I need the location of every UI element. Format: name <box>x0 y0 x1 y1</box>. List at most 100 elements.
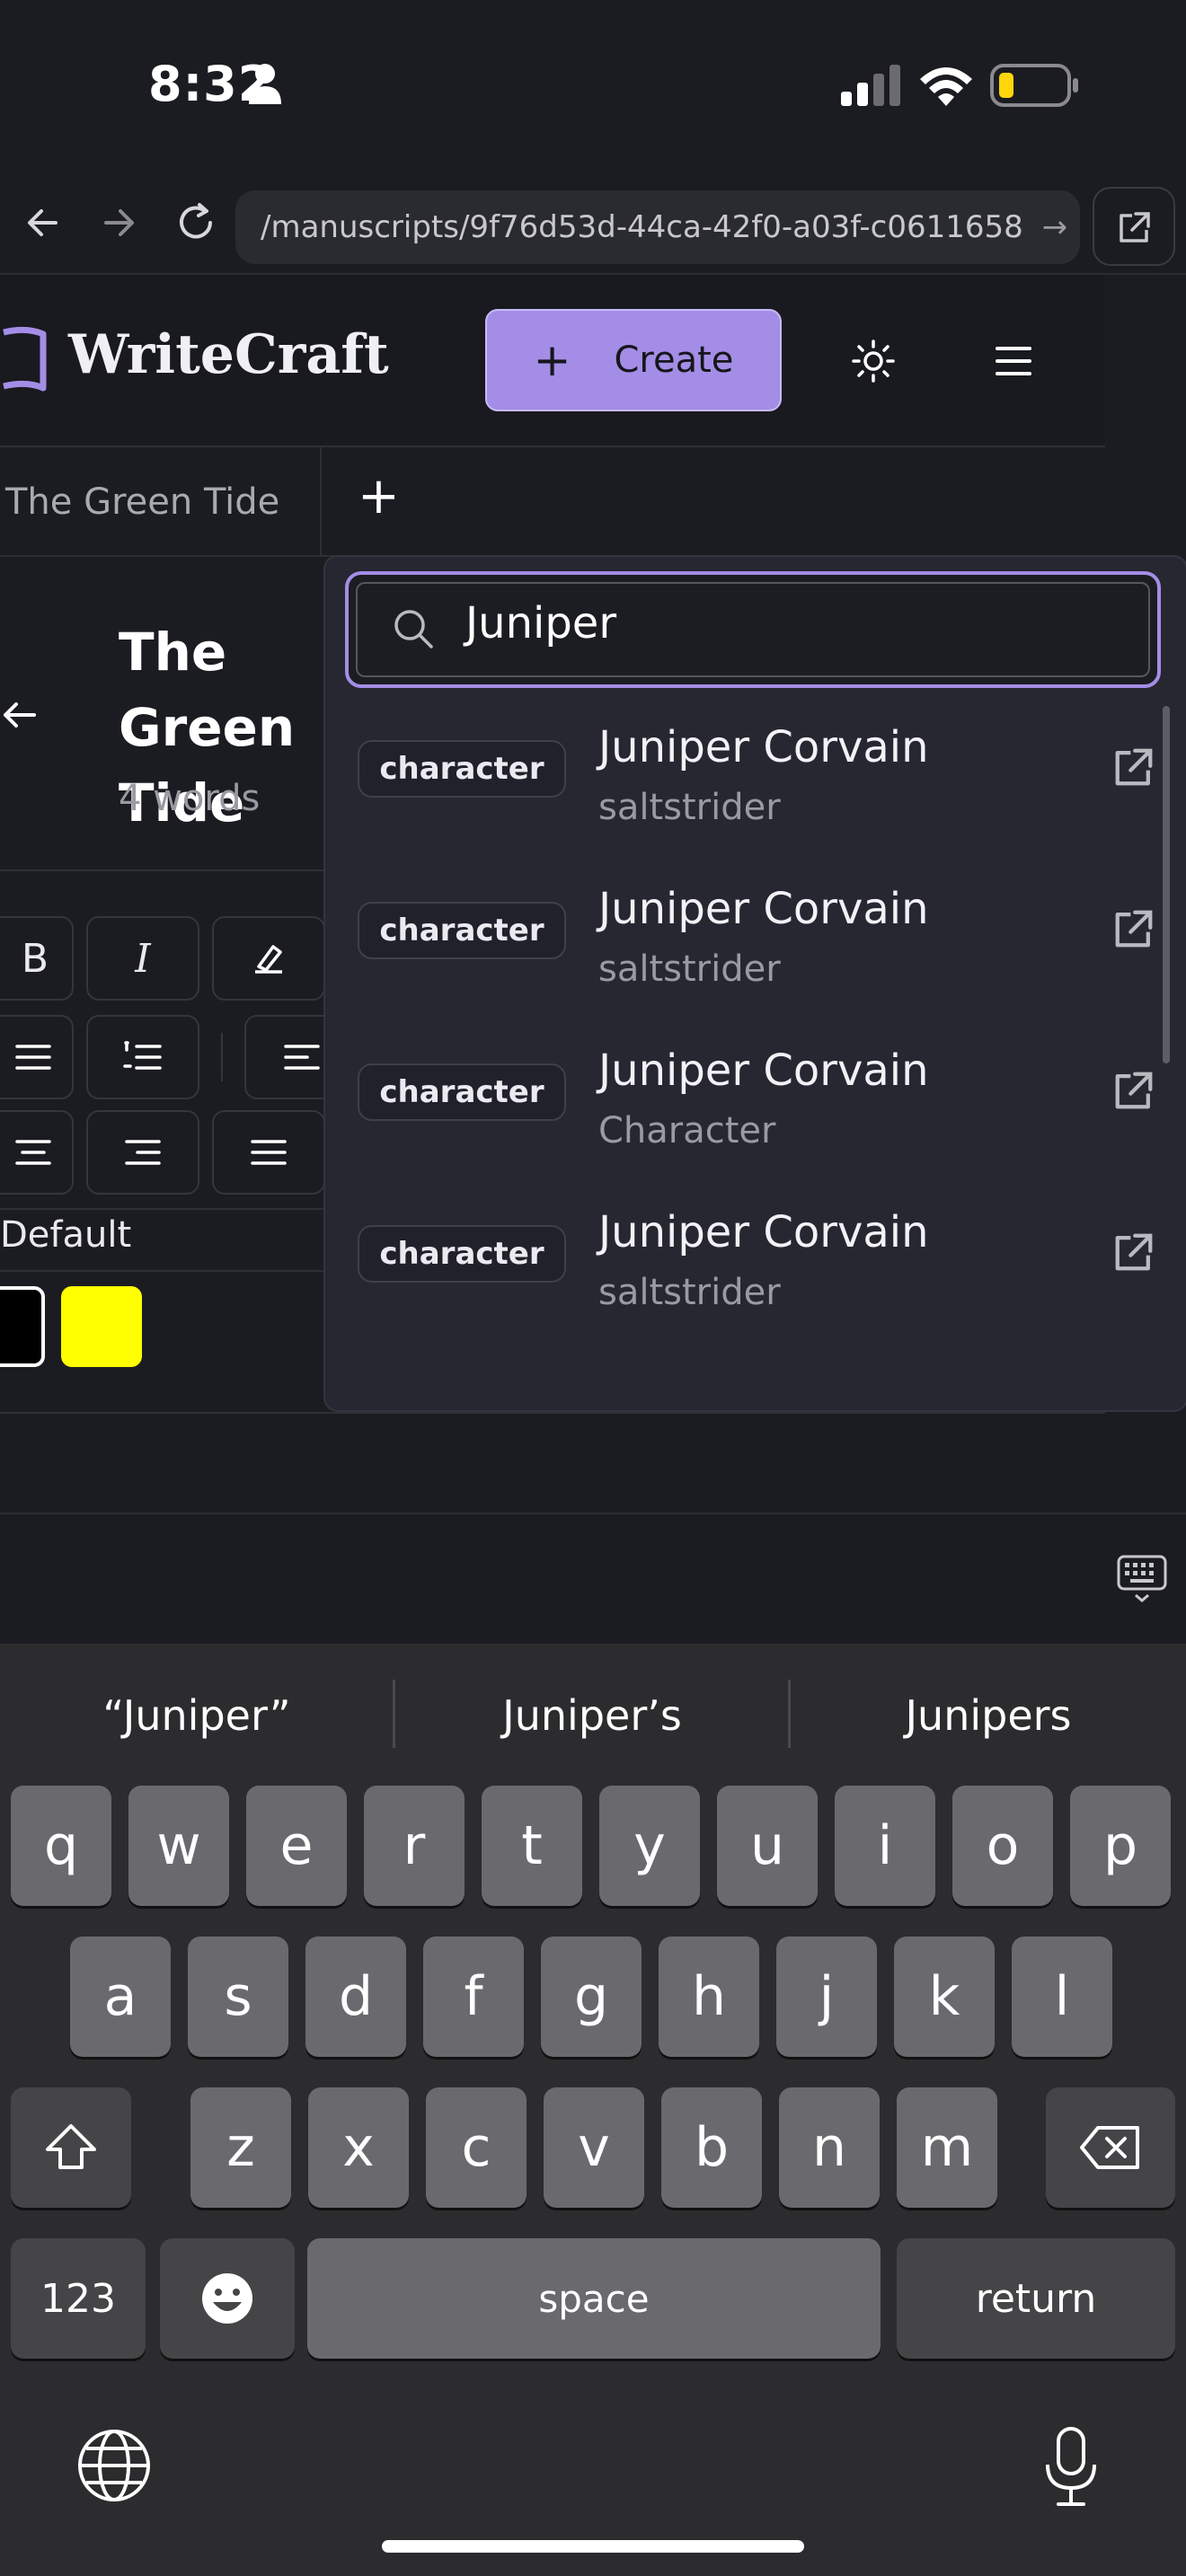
shift-icon <box>46 2124 96 2169</box>
globe-icon[interactable] <box>75 2427 153 2504</box>
external-link-icon[interactable] <box>1109 904 1159 954</box>
result-name: Juniper Corvain <box>598 884 929 934</box>
search-icon <box>394 610 433 648</box>
divider <box>0 1208 323 1210</box>
search-result-item[interactable]: character Juniper Corvain Character <box>325 1029 1170 1191</box>
key-m[interactable]: m <box>897 2087 997 2208</box>
brand-name[interactable]: WriteCraft <box>68 323 389 386</box>
align-right-icon <box>125 1140 161 1165</box>
space-key[interactable]: space <box>307 2238 881 2359</box>
result-type-badge: character <box>358 1225 566 1283</box>
add-tab-button[interactable]: + <box>358 467 400 525</box>
open-external-button[interactable] <box>1093 187 1175 266</box>
key-s[interactable]: s <box>188 1936 288 2057</box>
key-d[interactable]: d <box>305 1936 406 2057</box>
result-name: Juniper Corvain <box>598 722 929 772</box>
key-q[interactable]: q <box>11 1786 111 1906</box>
result-name: Juniper Corvain <box>598 1207 929 1257</box>
result-subtitle: saltstrider <box>598 948 781 990</box>
key-z[interactable]: z <box>190 2087 291 2208</box>
return-key[interactable]: return <box>897 2238 1175 2359</box>
align-center-button[interactable] <box>0 1110 74 1195</box>
justify-icon <box>251 1140 287 1165</box>
key-e[interactable]: e <box>246 1786 347 1906</box>
highlight-button[interactable] <box>212 916 325 1001</box>
bullet-list-button[interactable] <box>0 1015 74 1099</box>
justify-button[interactable] <box>212 1110 325 1195</box>
book-logo-icon <box>3 326 47 392</box>
numbered-list-button[interactable] <box>86 1015 199 1099</box>
italic-button[interactable]: I <box>86 916 199 1001</box>
highlighter-icon <box>255 945 282 974</box>
external-link-icon[interactable] <box>1109 1065 1159 1116</box>
back-icon[interactable] <box>23 203 63 243</box>
url-go-arrow[interactable]: → <box>1042 209 1068 245</box>
url-text: /manuscripts/9f76d53d-44ca-42f0-a03f-c06… <box>261 209 1023 245</box>
menu-icon[interactable] <box>994 341 1033 381</box>
external-link-icon[interactable] <box>1109 1227 1159 1277</box>
result-subtitle: saltstrider <box>598 1272 781 1313</box>
key-a[interactable]: a <box>70 1936 171 2057</box>
keyboard-accessory-bar <box>0 1513 1186 1644</box>
search-result-item[interactable]: character Juniper Corvain saltstrider <box>325 1191 1170 1353</box>
url-field[interactable]: /manuscripts/9f76d53d-44ca-42f0-a03f-c06… <box>235 190 1080 264</box>
key-k[interactable]: k <box>894 1936 995 2057</box>
key-p[interactable]: p <box>1070 1786 1171 1906</box>
create-label: Create <box>614 340 734 381</box>
word-count: 4 words <box>119 778 261 819</box>
key-l[interactable]: l <box>1012 1936 1112 2057</box>
key-w[interactable]: w <box>128 1786 229 1906</box>
divider <box>0 1270 323 1272</box>
align-right-button[interactable] <box>86 1110 199 1195</box>
external-link-icon[interactable] <box>1109 742 1159 792</box>
key-x[interactable]: x <box>308 2087 409 2208</box>
result-subtitle: Character <box>598 1110 776 1151</box>
key-t[interactable]: t <box>482 1786 582 1906</box>
style-label[interactable]: Default <box>0 1214 131 1256</box>
person-icon <box>249 64 281 104</box>
key-c[interactable]: c <box>426 2087 527 2208</box>
suggestion-3[interactable]: Junipers <box>791 1680 1186 1751</box>
search-result-item[interactable]: character Juniper Corvain saltstrider <box>325 706 1170 868</box>
key-n[interactable]: n <box>779 2087 880 2208</box>
bold-button[interactable]: B <box>0 916 74 1001</box>
suggestion-1[interactable]: “Juniper” <box>0 1680 394 1751</box>
key-r[interactable]: r <box>364 1786 465 1906</box>
align-left-icon <box>284 1045 320 1070</box>
search-result-item[interactable]: character Juniper Corvain saltstrider <box>325 868 1170 1029</box>
wifi-icon <box>920 67 972 106</box>
shift-key[interactable] <box>11 2087 131 2208</box>
key-b[interactable]: b <box>661 2087 762 2208</box>
key-o[interactable]: o <box>952 1786 1053 1906</box>
dropdown-scrollbar[interactable] <box>1163 706 1170 1063</box>
microphone-icon[interactable] <box>1042 2425 1100 2510</box>
search-input[interactable]: Juniper <box>465 598 616 648</box>
signal-icon <box>841 65 900 106</box>
create-button[interactable]: + Create <box>485 309 782 411</box>
suggestion-2[interactable]: Juniper’s <box>395 1680 789 1751</box>
battery-icon <box>990 64 1078 107</box>
emoji-key[interactable] <box>160 2238 295 2359</box>
reload-icon[interactable] <box>173 199 219 246</box>
italic-label: I <box>135 935 151 982</box>
keyboard-dismiss-icon[interactable] <box>1116 1552 1168 1604</box>
result-type-badge: character <box>358 1063 566 1121</box>
key-f[interactable]: f <box>423 1936 524 2057</box>
key-v[interactable]: v <box>544 2087 644 2208</box>
backspace-key[interactable] <box>1046 2087 1175 2208</box>
key-i[interactable]: i <box>835 1786 935 1906</box>
forward-icon[interactable] <box>99 203 138 243</box>
color-swatch-yellow[interactable] <box>61 1286 142 1367</box>
toolbar-separator <box>221 1033 223 1081</box>
theme-toggle-icon[interactable] <box>850 338 897 384</box>
color-swatch-black[interactable] <box>0 1286 45 1367</box>
key-u[interactable]: u <box>717 1786 818 1906</box>
external-link-icon <box>1120 212 1150 243</box>
numbers-key[interactable]: 123 <box>11 2238 146 2359</box>
back-arrow-icon[interactable] <box>0 695 40 735</box>
key-y[interactable]: y <box>599 1786 700 1906</box>
key-j[interactable]: j <box>776 1936 877 2057</box>
key-g[interactable]: g <box>541 1936 642 2057</box>
key-h[interactable]: h <box>659 1936 759 2057</box>
tab-the-green-tide[interactable]: The Green Tide <box>0 447 322 557</box>
